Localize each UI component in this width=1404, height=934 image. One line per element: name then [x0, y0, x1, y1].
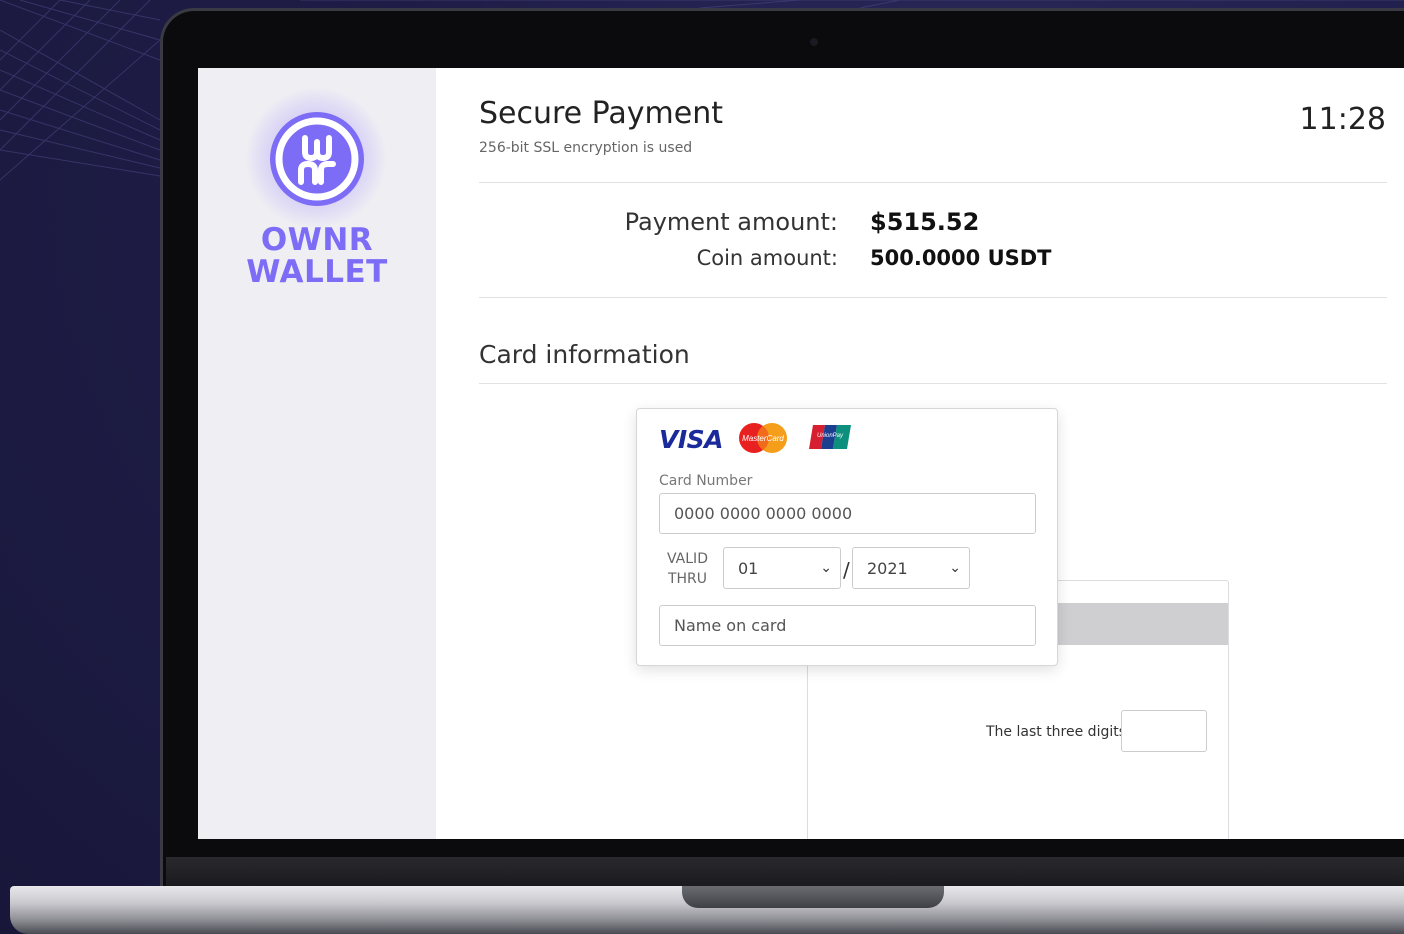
ownr-logo-icon [270, 112, 364, 206]
screen: OWNR WALLET Secure Payment 256-bit SSL e… [198, 68, 1404, 839]
divider [479, 297, 1387, 298]
valid-label: VALID [667, 551, 708, 567]
encryption-note: 256-bit SSL encryption is used [479, 140, 693, 156]
brand-line-2: WALLET [246, 254, 388, 290]
expiry-separator: / [843, 558, 850, 582]
payment-amount-label: Payment amount: [624, 208, 838, 236]
laptop-hinge [166, 857, 1404, 887]
card-info-title: Card information [479, 340, 690, 369]
brand-name: OWNR WALLET [228, 224, 406, 288]
payment-panel: Secure Payment 256-bit SSL encryption is… [436, 68, 1404, 839]
card-number-placeholder: 0000 0000 0000 0000 [674, 504, 853, 523]
mastercard-text: MasterCard [742, 434, 784, 443]
divider [479, 182, 1387, 183]
sidebar: OWNR WALLET [198, 68, 436, 839]
screen-bezel-bottom [166, 839, 1404, 857]
card-front: VISA MasterCard UnionPay Card Number 000… [636, 408, 1058, 666]
unionpay-text: UnionPay [817, 433, 844, 439]
expiry-month-value: 01 [738, 558, 759, 578]
webcam [810, 38, 818, 46]
divider [479, 383, 1387, 384]
card-number-input[interactable]: 0000 0000 0000 0000 [659, 493, 1036, 534]
name-placeholder: Name on card [674, 616, 787, 635]
expiry-month-select[interactable]: 01 ⌄ [723, 547, 841, 589]
page-title: Secure Payment [479, 96, 724, 131]
visa-logo: VISA [659, 425, 724, 454]
chevron-down-icon: ⌄ [820, 560, 832, 576]
coin-amount-label: Coin amount: [696, 246, 838, 270]
expiry-year-value: 2021 [867, 558, 908, 578]
chevron-down-icon: ⌄ [949, 560, 961, 576]
card-number-label: Card Number [659, 473, 753, 489]
unionpay-logo: UnionPay [809, 425, 851, 449]
cvv-label: The last three digits [986, 724, 1127, 740]
expiry-year-select[interactable]: 2021 ⌄ [852, 547, 970, 589]
mastercard-logo: MasterCard [739, 423, 787, 453]
valid-thru-label: VALID THRU [667, 549, 708, 589]
thru-label: THRU [667, 571, 708, 587]
coin-amount-value: 500.0000 USDT [870, 246, 1052, 270]
name-on-card-input[interactable]: Name on card [659, 605, 1036, 646]
cvv-input[interactable] [1121, 710, 1207, 752]
payment-amount-value: $515.52 [870, 208, 980, 236]
brand-line-1: OWNR [260, 222, 374, 258]
countdown-timer: 11:28 [1299, 102, 1386, 137]
laptop-notch [682, 886, 944, 908]
